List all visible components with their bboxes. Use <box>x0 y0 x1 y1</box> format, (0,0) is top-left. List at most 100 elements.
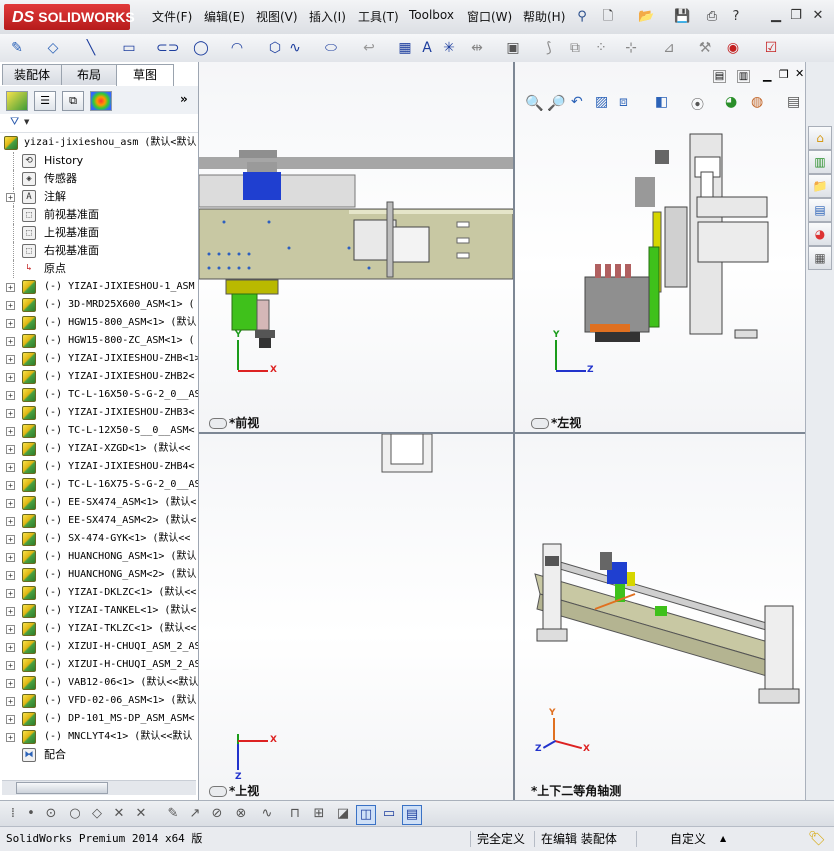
tree-component-item[interactable]: + (-) HGW15-800-ZC_ASM<1> ( <box>0 332 198 350</box>
menu-insert[interactable]: 插入(I) <box>309 8 346 25</box>
tree-filter[interactable]: ⛛ ▼ <box>0 114 198 133</box>
filter-mate-icon[interactable]: ⊗ <box>232 805 250 823</box>
viewport-isometric[interactable]: Y X Z *上下二等角轴测 <box>515 434 805 800</box>
filter-component-icon[interactable]: ▤ <box>402 805 422 825</box>
quick-snaps-icon[interactable]: ◉ <box>724 39 742 57</box>
expand-icon[interactable]: + <box>6 373 15 382</box>
expand-icon[interactable]: + <box>6 355 15 364</box>
tree-component-item[interactable]: + (-) TC-L-16X75-S-G-2_0__AS <box>0 476 198 494</box>
spline-icon[interactable]: ∿ <box>286 39 304 57</box>
pin-icon[interactable]: ⚲ <box>574 9 590 25</box>
filter-grid-icon[interactable]: ⊞ <box>310 805 328 823</box>
expand-icon[interactable]: + <box>6 283 15 292</box>
expand-icon[interactable]: + <box>6 301 15 310</box>
tab-sketch[interactable]: 草图 <box>116 64 174 86</box>
expand-icon[interactable]: + <box>6 499 15 508</box>
expand-icon[interactable]: + <box>6 535 15 544</box>
move-entities-icon[interactable]: ⊹ <box>622 39 640 57</box>
expand-icon[interactable]: + <box>6 679 15 688</box>
rapid-sketch-icon[interactable]: ☑ <box>762 39 780 57</box>
viewport-front[interactable]: Y X *前视 <box>199 62 513 432</box>
filter-circle-icon[interactable]: ⊙ <box>42 805 60 823</box>
expand-icon[interactable]: + <box>6 715 15 724</box>
viewport-link-icon[interactable] <box>531 418 549 429</box>
tree-component-item[interactable]: + (-) YIZAI-DKLZC<1> (默认<< <box>0 584 198 602</box>
help-question-icon[interactable]: ? <box>728 9 744 25</box>
tree-feature-item[interactable]: ◈ 传感器 <box>0 170 198 188</box>
tree-feature-item[interactable]: ↳ 原点 <box>0 260 198 278</box>
tree-feature-item[interactable]: ⟲ History <box>0 152 198 170</box>
tree-component-item[interactable]: + (-) 3D-MRD25X600_ASM<1> ( <box>0 296 198 314</box>
tree-feature-item[interactable]: ⬚ 右视基准面 <box>0 242 198 260</box>
tree-component-item[interactable]: + (-) HGW15-800_ASM<1> (默认 <box>0 314 198 332</box>
menu-toolbox[interactable]: Toolbox <box>409 8 454 22</box>
menu-view[interactable]: 视图(V) <box>256 8 298 25</box>
chevron-up-icon[interactable]: ▲ <box>720 831 726 847</box>
tree-component-item[interactable]: + (-) YIZAI-JIXIESHOU-ZHB<1> <box>0 350 198 368</box>
units-selector[interactable]: 自定义 <box>636 831 733 847</box>
tree-feature-item[interactable]: + A 注解 <box>0 188 198 206</box>
sketch-icon[interactable]: ✎ <box>8 39 26 57</box>
fillet-icon[interactable]: ↩ <box>360 39 378 57</box>
tree-feature-item[interactable]: ⬚ 上视基准面 <box>0 224 198 242</box>
menu-edit[interactable]: 编辑(E) <box>204 8 245 25</box>
view-palette-icon[interactable]: ▤ <box>808 198 832 222</box>
plane-grid-icon[interactable]: ▦ <box>396 39 414 57</box>
menu-window[interactable]: 窗口(W) <box>467 8 512 25</box>
save-icon[interactable]: 💾 <box>674 9 690 25</box>
filter-body-icon[interactable]: ▭ <box>380 805 398 823</box>
line-icon[interactable]: ╲ <box>82 39 100 57</box>
ellipse-icon[interactable]: ⬭ <box>322 39 340 57</box>
menu-file[interactable]: 文件(F) <box>152 8 192 25</box>
new-document-icon[interactable]: 🗋 <box>600 9 616 25</box>
scrollbar-thumb[interactable] <box>16 782 108 794</box>
convert-entities-icon[interactable]: ▣ <box>504 39 522 57</box>
restore-icon[interactable]: ❐ <box>788 8 804 24</box>
smart-dimension-icon[interactable]: ◇ <box>44 39 62 57</box>
tree-component-item[interactable]: + (-) DP-101_MS-DP_ASM_ASM< <box>0 710 198 728</box>
expand-icon[interactable]: + <box>6 625 15 634</box>
tree-component-item[interactable]: + (-) YIZAI-JIXIESHOU-1_ASM <box>0 278 198 296</box>
expand-icon[interactable]: + <box>6 391 15 400</box>
tree-component-item[interactable]: + (-) YIZAI-JIXIESHOU-ZHB4< <box>0 458 198 476</box>
expand-icon[interactable]: + <box>6 193 15 202</box>
arc-icon[interactable]: ◠ <box>228 39 246 57</box>
chevron-down-icon[interactable]: ▼ <box>24 118 29 126</box>
design-library-icon[interactable]: ▥ <box>808 150 832 174</box>
viewport-link-icon[interactable] <box>209 786 227 797</box>
linear-pattern-icon[interactable]: ⁘ <box>592 39 610 57</box>
tree-component-item[interactable]: + (-) SX-474-GYK<1> (默认<< <box>0 530 198 548</box>
filter-sketch-icon[interactable]: ✎ <box>164 805 182 823</box>
filter-icon[interactable]: ⛛ <box>10 115 19 129</box>
polygon-icon[interactable]: ⬡ <box>266 39 284 57</box>
expand-panel-icon[interactable]: » <box>180 92 188 106</box>
filter-axis-icon[interactable]: ✕ <box>110 805 128 823</box>
custom-properties-icon[interactable]: ▦ <box>808 246 832 270</box>
solidworks-resources-icon[interactable]: ⌂ <box>808 126 832 150</box>
expand-icon[interactable]: + <box>6 517 15 526</box>
expand-icon[interactable]: + <box>6 589 15 598</box>
tree-component-item[interactable]: + (-) YIZAI-TANKEL<1> (默认< <box>0 602 198 620</box>
filter-point-icon[interactable]: ✕ <box>132 805 150 823</box>
expand-icon[interactable]: + <box>6 409 15 418</box>
mirror-icon[interactable]: ⧉ <box>566 39 584 57</box>
filter-spline-icon[interactable]: ∿ <box>258 805 276 823</box>
point-icon[interactable]: ✳ <box>440 39 458 57</box>
tree-component-item[interactable]: + (-) HUANCHONG_ASM<2> (默认 <box>0 566 198 584</box>
appearances-icon[interactable]: ◕ <box>808 222 832 246</box>
viewport-link-icon[interactable] <box>209 418 227 429</box>
offset-icon[interactable]: ⟆ <box>540 39 558 57</box>
tree-root-assembly[interactable]: yizai-jixieshou_asm (默认<默认 <box>0 134 198 152</box>
property-manager-icon[interactable]: ☰ <box>34 91 56 111</box>
expand-icon[interactable]: + <box>6 661 15 670</box>
menu-tools[interactable]: 工具(T) <box>358 8 399 25</box>
expand-icon[interactable]: + <box>6 643 15 652</box>
filter-weld-icon[interactable]: ⊓ <box>286 805 304 823</box>
tree-component-item[interactable]: + (-) TC-L-16X50-S-G-2_0__AS <box>0 386 198 404</box>
filter-vertex-icon[interactable]: • <box>22 805 40 823</box>
open-folder-icon[interactable]: 📂 <box>638 9 654 25</box>
display-relations-icon[interactable]: ⊿ <box>660 39 678 57</box>
tree-component-item[interactable]: + (-) YIZAI-TKLZC<1> (默认<< <box>0 620 198 638</box>
tree-component-item[interactable]: + (-) MNCLYT4<1> (默认<<默认 <box>0 728 198 746</box>
expand-icon[interactable]: + <box>6 553 15 562</box>
